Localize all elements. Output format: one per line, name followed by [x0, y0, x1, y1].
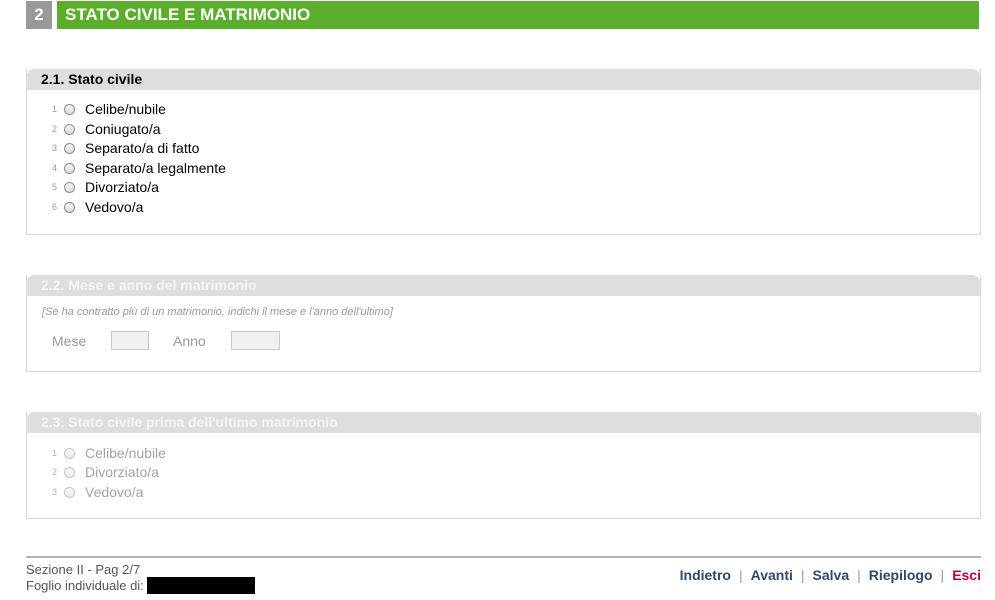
sheet-label: Foglio individuale di: [26, 578, 144, 593]
option-label[interactable]: Celibe/nubile [85, 101, 166, 117]
question-title: 2.1. Stato civile [26, 69, 981, 90]
option-divorziato[interactable]: 5 Divorziato/a [27, 178, 159, 196]
option-label[interactable]: Vedovo/a [85, 484, 143, 500]
question-data-matrimonio: 2.2. Mese e anno del matrimonio [Se ha c… [26, 275, 981, 372]
footer-divider [26, 556, 981, 558]
month-input[interactable] [111, 331, 149, 350]
option-label[interactable]: Vedovo/a [85, 199, 143, 215]
page-info: Sezione II - Pag 2/7 [26, 562, 141, 577]
option-celibe-nubile[interactable]: 1 Celibe/nubile [27, 444, 166, 462]
year-input[interactable] [231, 331, 280, 350]
option-vedovo[interactable]: 3 Vedovo/a [27, 483, 143, 501]
radio-button[interactable] [64, 103, 75, 115]
option-index: 2 [51, 467, 57, 477]
option-index: 5 [51, 182, 57, 192]
save-link[interactable]: Salva [813, 567, 850, 583]
option-label[interactable]: Separato/a di fatto [85, 140, 199, 156]
nav-separator: | [940, 567, 945, 583]
option-vedovo[interactable]: 6 Vedovo/a [27, 198, 143, 216]
radio-button[interactable] [64, 181, 75, 193]
radio-button[interactable] [64, 447, 75, 459]
option-index: 4 [51, 163, 57, 173]
option-index: 3 [51, 487, 57, 497]
option-index: 3 [51, 143, 57, 153]
footer-nav: Indietro | Avanti | Salva | Riepilogo | … [680, 567, 981, 583]
question-stato-civile-precedente: 2.3. Stato civile prima dell'ultimo matr… [26, 412, 981, 519]
question-hint: [Se ha contratto più di un matrimonio, i… [42, 306, 393, 318]
option-index: 2 [51, 124, 57, 134]
next-link[interactable]: Avanti [751, 567, 793, 583]
nav-separator: | [857, 567, 861, 583]
summary-link[interactable]: Riepilogo [869, 567, 933, 583]
option-index: 1 [51, 448, 57, 458]
option-label[interactable]: Divorziato/a [85, 179, 159, 195]
option-label[interactable]: Separato/a legalmente [85, 160, 226, 176]
option-label[interactable]: Divorziato/a [85, 464, 159, 480]
section-header: 2 STATO CIVILE E MATRIMONIO [26, 1, 979, 29]
option-separato-legalmente[interactable]: 4 Separato/a legalmente [27, 159, 226, 177]
exit-link[interactable]: Esci [952, 567, 981, 583]
radio-button[interactable] [64, 142, 75, 154]
question-title: 2.3. Stato civile prima dell'ultimo matr… [26, 412, 981, 433]
footer-info: Sezione II - Pag 2/7 Foglio individuale … [26, 562, 255, 594]
question-stato-civile: 2.1. Stato civile 1 Celibe/nubile 2 Coni… [26, 69, 981, 235]
radio-button[interactable] [64, 162, 75, 174]
month-label: Mese [52, 333, 87, 349]
radio-button[interactable] [64, 466, 75, 478]
radio-button[interactable] [64, 486, 75, 498]
option-divorziato[interactable]: 2 Divorziato/a [27, 463, 159, 481]
radio-button[interactable] [64, 123, 75, 135]
option-label[interactable]: Celibe/nubile [85, 445, 166, 461]
section-title: STATO CIVILE E MATRIMONIO [57, 1, 979, 29]
nav-separator: | [738, 567, 743, 583]
option-celibe-nubile[interactable]: 1 Celibe/nubile [27, 100, 166, 118]
back-link[interactable]: Indietro [680, 567, 731, 583]
year-label: Anno [173, 333, 206, 349]
radio-button[interactable] [64, 201, 75, 213]
section-number: 2 [26, 1, 52, 29]
redacted-name [146, 577, 255, 594]
option-index: 1 [51, 104, 57, 114]
option-separato-fatto[interactable]: 3 Separato/a di fatto [27, 139, 199, 157]
option-index: 6 [51, 202, 57, 212]
option-coniugato[interactable]: 2 Coniugato/a [27, 120, 161, 138]
nav-separator: | [800, 567, 805, 583]
option-label[interactable]: Coniugato/a [85, 121, 161, 137]
question-title: 2.2. Mese e anno del matrimonio [26, 275, 981, 296]
